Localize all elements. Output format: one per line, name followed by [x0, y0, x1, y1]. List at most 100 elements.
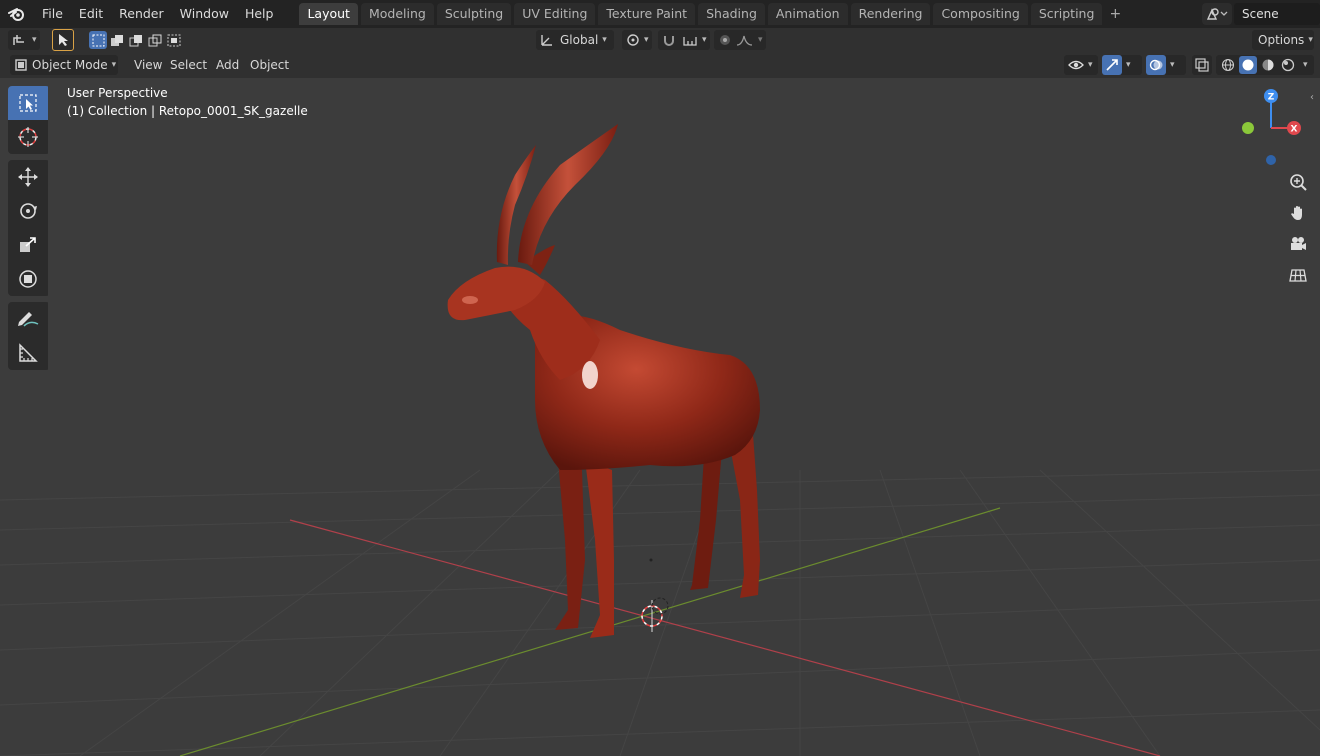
snap-increment-icon — [683, 37, 697, 46]
camera-icon — [1291, 237, 1306, 250]
view-menu[interactable]: View — [128, 55, 168, 75]
object-mode-icon — [15, 59, 27, 71]
tool-shelf — [8, 86, 50, 376]
axis-neg-z-handle[interactable] — [1266, 155, 1276, 165]
tab-rendering[interactable]: Rendering — [850, 3, 931, 25]
rendered-shading-icon[interactable] — [1279, 56, 1297, 74]
tool-group-transform — [8, 160, 50, 296]
floor-grid — [0, 469, 1320, 756]
pan-hand-icon — [1291, 206, 1302, 220]
select-extend-icon[interactable] — [108, 31, 126, 49]
xray-toggle[interactable] — [1192, 55, 1212, 75]
object-menu[interactable]: Object — [244, 55, 295, 75]
camera-view-button[interactable] — [1284, 230, 1312, 258]
rotate-tool[interactable] — [8, 194, 48, 228]
viewport-collection-label: (1) Collection | Retopo_0001_SK_gazelle — [67, 104, 308, 118]
viewport-perspective-label: User Perspective — [67, 86, 168, 100]
overlay-toggle-group: ▾ — [1146, 55, 1186, 75]
shading-mode-group: ▾ — [1216, 55, 1314, 75]
options-label: Options — [1258, 33, 1305, 47]
tab-shading[interactable]: Shading — [698, 3, 765, 25]
sidebar-toggle-icon[interactable]: ‹ — [1310, 92, 1320, 106]
proportional-editing-group[interactable]: ▾ — [714, 30, 766, 50]
scene-selector: Scene — [1202, 3, 1320, 25]
selection-mode-group — [88, 30, 184, 50]
tab-animation[interactable]: Animation — [767, 3, 848, 25]
editor-type-button[interactable]: ▾ — [8, 30, 40, 50]
solid-shading-icon[interactable] — [1239, 56, 1257, 74]
proportional-icon — [720, 35, 730, 45]
tab-sculpting[interactable]: Sculpting — [436, 3, 512, 25]
add-menu[interactable]: Add — [210, 55, 245, 75]
select-intersect-icon[interactable] — [165, 31, 183, 49]
gizmo-icon[interactable] — [1102, 55, 1122, 75]
overlay-dropdown-caret[interactable]: ▾ — [1170, 60, 1175, 70]
mode-dropdown[interactable]: Object Mode ▾ — [10, 55, 118, 75]
tab-modeling[interactable]: Modeling — [360, 3, 434, 25]
scene-name-field[interactable]: Scene — [1234, 3, 1320, 25]
select-box-tool[interactable] — [8, 86, 48, 120]
tab-uv-editing[interactable]: UV Editing — [514, 3, 596, 25]
3d-viewport[interactable]: User Perspective (1) Collection | Retopo… — [0, 78, 1320, 756]
mode-label: Object Mode — [32, 58, 108, 72]
add-workspace-button[interactable]: + — [1105, 4, 1125, 24]
viewport-scene — [0, 124, 1320, 756]
pan-button[interactable] — [1284, 199, 1312, 227]
pivot-icon — [627, 34, 639, 46]
zoom-button[interactable] — [1284, 168, 1312, 196]
navigation-gizmo[interactable]: Z X — [1236, 86, 1306, 166]
tab-scripting[interactable]: Scripting — [1030, 3, 1103, 25]
select-menu[interactable]: Select — [164, 55, 213, 75]
visibility-dropdown[interactable]: ▾ — [1064, 55, 1098, 75]
cursor-tool[interactable] — [8, 120, 48, 154]
measure-tool[interactable] — [8, 336, 48, 370]
orientation-label: Global — [560, 33, 599, 47]
wireframe-shading-icon[interactable] — [1219, 56, 1237, 74]
menu-window[interactable]: Window — [172, 3, 237, 25]
blender-logo-icon[interactable] — [0, 0, 34, 28]
gizmo-dropdown-caret[interactable]: ▾ — [1126, 60, 1131, 70]
x-axis-line — [289, 519, 1161, 756]
grid-ortho-icon — [1289, 269, 1307, 282]
svg-text:X: X — [1291, 125, 1298, 135]
measure-icon — [19, 343, 38, 362]
menu-render[interactable]: Render — [111, 3, 172, 25]
move-tool[interactable] — [8, 160, 48, 194]
zoom-icon — [1290, 174, 1307, 191]
select-tool-button[interactable] — [52, 29, 74, 51]
select-subtract-icon[interactable] — [127, 31, 145, 49]
tab-texture-paint[interactable]: Texture Paint — [598, 3, 696, 25]
scene-icon[interactable] — [1202, 3, 1232, 25]
cursor-icon — [18, 127, 38, 147]
select-difference-icon[interactable] — [146, 31, 164, 49]
viewport-header: Object Mode ▾ View Select Add Object ▾ ▾ … — [0, 52, 1320, 78]
pivot-point-dropdown[interactable]: ▾ — [622, 30, 652, 50]
tab-compositing[interactable]: Compositing — [933, 3, 1028, 25]
gazelle-model[interactable] — [447, 124, 760, 638]
menu-file[interactable]: File — [34, 3, 71, 25]
material-shading-icon[interactable] — [1259, 56, 1277, 74]
tab-layout[interactable]: Layout — [299, 3, 358, 25]
y-axis-line — [179, 507, 1001, 756]
tool-settings-header: ▾ Global ▾ ▾ ▾ ▾ Options ▾ — [0, 28, 1320, 52]
transform-orientation-dropdown[interactable]: Global ▾ — [536, 30, 614, 50]
annotate-tool[interactable] — [8, 302, 48, 336]
svg-text:Z: Z — [1268, 93, 1275, 103]
ortho-toggle-button[interactable] — [1284, 261, 1312, 289]
menu-help[interactable]: Help — [237, 3, 282, 25]
overlays-icon[interactable] — [1146, 55, 1166, 75]
eye-icon — [1068, 60, 1084, 70]
xray-icon — [1195, 58, 1209, 72]
select-new-icon[interactable] — [89, 31, 107, 49]
axis-y-handle[interactable] — [1242, 122, 1254, 134]
editor-type-icon — [13, 35, 24, 45]
object-origin — [649, 558, 653, 562]
snapping-group[interactable]: ▾ — [658, 30, 710, 50]
menu-edit[interactable]: Edit — [71, 3, 111, 25]
options-dropdown[interactable]: Options ▾ — [1252, 30, 1314, 50]
magnet-icon — [664, 36, 674, 46]
shading-dropdown-caret[interactable]: ▾ — [1303, 60, 1308, 70]
transform-tool[interactable] — [8, 262, 48, 296]
orientation-icon — [541, 35, 552, 46]
scale-tool[interactable] — [8, 228, 48, 262]
